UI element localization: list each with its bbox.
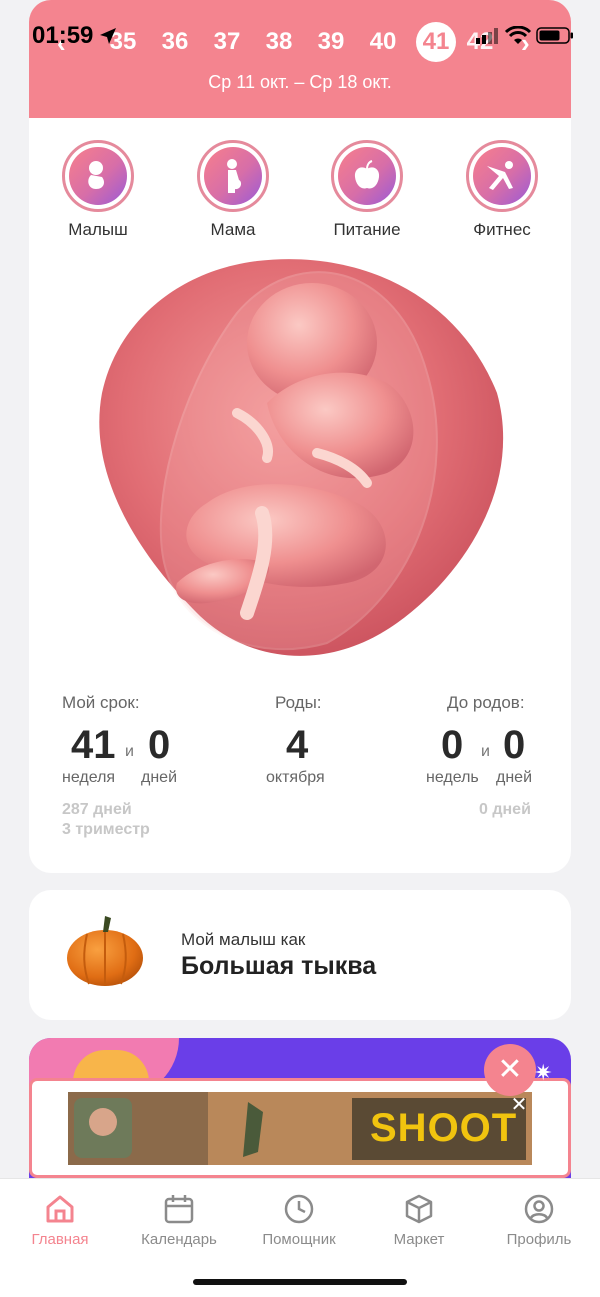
box-icon [405, 1194, 433, 1224]
ad-banner[interactable]: SHOOT [68, 1092, 532, 1165]
category-label: Малыш [68, 220, 128, 239]
close-promo-button[interactable]: ✕ [484, 1044, 536, 1096]
term-weeks-unit: неделя [62, 769, 116, 786]
tab-profile[interactable]: Профиль [479, 1193, 599, 1248]
status-bar: 01:59 [0, 0, 600, 70]
term-and: и [125, 743, 134, 760]
birth-day: 4 [286, 723, 309, 767]
home-icon [46, 1195, 74, 1223]
category-fitness[interactable]: Фитнес [447, 140, 557, 240]
pregnancy-card: Малыш Мама Питание Фитнес Мой срок: 41 и… [29, 118, 571, 873]
baby-size-subtitle: Мой малыш как [181, 930, 306, 949]
term-weeks: 41 [71, 723, 116, 767]
category-label: Фитнес [473, 220, 531, 239]
baby-icon [88, 161, 104, 189]
birth-title: Роды: [275, 693, 322, 712]
birth-month: октября [266, 769, 325, 786]
tab-market[interactable]: Маркет [359, 1193, 479, 1248]
baby-size-card[interactable]: Мой малыш как Большая тыква [29, 890, 571, 1020]
tab-calendar[interactable]: Календарь [119, 1193, 239, 1248]
ad-banner-text: SHOOT [370, 1106, 518, 1150]
baby-size-title: Большая тыква [181, 952, 377, 980]
tab-home[interactable]: Главная [0, 1193, 120, 1248]
term-title: Мой срок: [62, 693, 140, 712]
pregnancy-stats: Мой срок: 41 и 0 неделя дней 287 дней 3 … [29, 693, 571, 853]
home-indicator [193, 1279, 407, 1285]
status-time: 01:59 [32, 22, 94, 49]
apple-icon [354, 160, 380, 189]
term-trimester: 3 триместр [62, 821, 150, 838]
wifi-icon [504, 26, 532, 44]
tab-label: Профиль [506, 1231, 572, 1248]
yoga-icon [487, 161, 513, 190]
profile-icon [524, 1194, 554, 1224]
ad-close-icon[interactable]: ✕ [508, 1094, 530, 1116]
location-arrow-icon [100, 28, 116, 44]
term-days: 0 [148, 723, 171, 767]
week-date-range: Ср 11 окт. – Ср 18 окт. [208, 72, 392, 92]
tab-label: Календарь [141, 1231, 217, 1248]
signal-icon [476, 28, 498, 44]
tab-label: Главная [31, 1231, 89, 1248]
category-baby[interactable]: Малыш [43, 140, 153, 240]
tab-label: Помощник [262, 1231, 336, 1248]
pregnant-mom-icon [227, 159, 242, 193]
term-total-days: 287 дней [62, 801, 132, 818]
until-weeks: 0 [441, 723, 464, 767]
until-days: 0 [503, 723, 526, 767]
pumpkin-image [67, 916, 143, 986]
until-weeks-unit: недель [426, 769, 479, 786]
fetus-illustration [99, 259, 504, 656]
tab-label: Маркет [393, 1231, 445, 1248]
term-days-unit: дней [141, 769, 178, 786]
tab-assistant[interactable]: Помощник [239, 1193, 359, 1248]
category-mom[interactable]: Мама [178, 140, 288, 240]
until-and: и [481, 743, 490, 760]
category-label: Мама [210, 220, 256, 239]
calendar-icon [164, 1195, 194, 1224]
until-title: До родов: [447, 693, 525, 712]
until-total-days: 0 дней [479, 801, 531, 818]
until-days-unit: дней [496, 769, 533, 786]
clock-icon [284, 1194, 314, 1224]
category-label: Питание [333, 220, 401, 239]
category-nutrition[interactable]: Питание [312, 140, 422, 240]
battery-icon [536, 27, 573, 44]
sparkle-icon: ✷ [534, 1060, 553, 1085]
